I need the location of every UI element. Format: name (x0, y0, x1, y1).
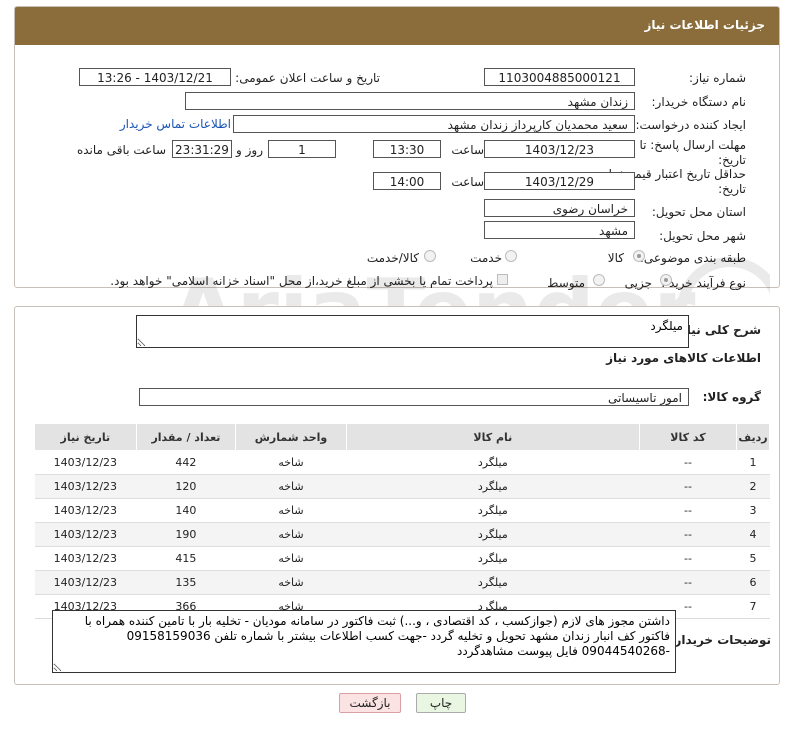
validity-time-field: 14:00 (373, 172, 441, 190)
subject-goods-label: کالا (607, 251, 624, 265)
col-unit-header: واحد شمارش (235, 423, 347, 451)
item-unit: شاخه (235, 546, 347, 571)
item-name: میلگرد (346, 450, 640, 475)
item-code: -- (639, 498, 737, 523)
col-date-header: تاریخ نیاز (34, 423, 137, 451)
table-row: 6 -- میلگرد شاخه 135 1403/12/23 (34, 570, 770, 595)
announce-datetime-label: تاریخ و ساعت اعلان عمومی: (235, 71, 380, 85)
item-unit: شاخه (235, 474, 347, 499)
col-qty-header: تعداد / مقدار (135, 423, 237, 451)
table-row: 4 -- میلگرد شاخه 190 1403/12/23 (34, 522, 770, 547)
item-qty: 442 (136, 450, 236, 475)
item-date: 1403/12/23 (34, 546, 137, 571)
row-number: 5 (736, 546, 770, 571)
item-qty: 140 (136, 498, 236, 523)
item-qty: 415 (136, 546, 236, 571)
item-qty: 120 (136, 474, 236, 499)
purchase-process-label: نوع فرآیند خرید : (661, 276, 746, 290)
item-name: میلگرد (346, 474, 640, 499)
need-number-field: 1103004885000121 (484, 68, 635, 86)
row-number: 4 (736, 522, 770, 547)
day-and-label: روز و (236, 143, 263, 157)
buyer-org-label: نام دستگاه خریدار: (651, 95, 747, 109)
validity-date-field: 1403/12/29 (484, 172, 635, 190)
item-unit: شاخه (235, 522, 347, 547)
item-name: میلگرد (346, 522, 640, 547)
treasury-payment-checkbox[interactable] (497, 274, 508, 285)
requester-field: سعید محمدیان کارپرداز زندان مشهد (233, 115, 635, 133)
item-date: 1403/12/23 (34, 498, 137, 523)
goods-group-field: امور تاسیساتی (139, 388, 689, 406)
item-unit: شاخه (235, 498, 347, 523)
subject-class-label: طبقه بندی موضوعی: (639, 251, 746, 265)
treasury-payment-note: پرداخت تمام یا بخشی از مبلغ خرید،از محل … (110, 274, 493, 288)
delivery-city-field: مشهد (484, 221, 635, 239)
goods-info-heading: اطلاعات کالاهای مورد نیاز (606, 351, 761, 365)
delivery-city-label: شهر محل تحویل: (659, 229, 746, 243)
remaining-time-field: 23:31:29 (172, 140, 232, 158)
table-row: 1 -- میلگرد شاخه 442 1403/12/23 (34, 450, 770, 475)
item-name: میلگرد (346, 498, 640, 523)
item-date: 1403/12/23 (34, 522, 137, 547)
reply-date-field: 1403/12/23 (484, 140, 635, 158)
row-number: 7 (736, 594, 770, 619)
subject-service-radio[interactable] (505, 250, 517, 262)
subject-service-label: خدمت (470, 251, 502, 265)
general-desc-textarea[interactable]: میلگرد (136, 315, 689, 348)
col-name-header: نام کالا (345, 423, 640, 451)
process-minor-radio[interactable] (660, 274, 672, 286)
item-code: -- (639, 474, 737, 499)
process-medium-label: متوسط (547, 276, 585, 290)
item-qty: 135 (136, 570, 236, 595)
subject-goods-service-radio[interactable] (424, 250, 436, 262)
item-code: -- (639, 570, 737, 595)
item-date: 1403/12/23 (34, 570, 137, 595)
col-code-header: کد کالا (638, 423, 738, 451)
buyer-org-field: زندان مشهد (185, 92, 635, 110)
table-header-row: ردیف کد کالا نام کالا واحد شمارش تعداد /… (34, 423, 770, 451)
process-medium-radio[interactable] (593, 274, 605, 286)
goods-table: ردیف کد کالا نام کالا واحد شمارش تعداد /… (34, 423, 770, 619)
item-date: 1403/12/23 (34, 450, 137, 475)
row-number: 3 (736, 498, 770, 523)
subject-goods-radio[interactable] (633, 250, 645, 262)
page-title: جزئیات اطلاعات نیاز (644, 18, 765, 32)
item-unit: شاخه (235, 570, 347, 595)
print-button[interactable]: چاپ (416, 693, 466, 713)
row-number: 2 (736, 474, 770, 499)
delivery-province-field: خراسان رضوی (484, 199, 635, 217)
panel-header: جزئیات اطلاعات نیاز (15, 7, 779, 45)
row-number: 1 (736, 450, 770, 475)
item-date: 1403/12/23 (34, 474, 137, 499)
item-unit: شاخه (235, 450, 347, 475)
reply-time-field: 13:30 (373, 140, 441, 158)
item-code: -- (639, 450, 737, 475)
item-code: -- (639, 522, 737, 547)
item-name: میلگرد (346, 570, 640, 595)
item-code: -- (639, 546, 737, 571)
announce-datetime-field: 1403/12/21 - 13:26 (79, 68, 231, 86)
buyer-notes-label: توضیحات خریدار: (669, 633, 771, 647)
process-minor-label: جزیی (624, 276, 652, 290)
reply-deadline-label: مهلت ارسال پاسخ: تا تاریخ: (639, 138, 746, 167)
item-name: میلگرد (346, 546, 640, 571)
back-button[interactable]: بازگشت (339, 693, 401, 713)
requester-label: ایجاد کننده درخواست: (635, 118, 746, 132)
remaining-hours-label: ساعت باقی مانده (76, 143, 166, 157)
validity-hour-label: ساعت (451, 175, 484, 189)
table-row: 3 -- میلگرد شاخه 140 1403/12/23 (34, 498, 770, 523)
subject-goods-service-label: کالا/خدمت (366, 251, 419, 265)
item-qty: 190 (136, 522, 236, 547)
table-row: 5 -- میلگرد شاخه 415 1403/12/23 (34, 546, 770, 571)
buyer-notes-textarea[interactable]: داشتن مجوز های لازم (جوازکسب ، کد اقتصاد… (52, 610, 676, 673)
buyer-contact-link[interactable]: اطلاعات تماس خریدار (120, 117, 231, 131)
need-number-label: شماره نیاز: (689, 71, 746, 85)
remaining-days-field: 1 (268, 140, 336, 158)
row-number: 6 (736, 570, 770, 595)
goods-group-label: گروه کالا: (702, 390, 761, 404)
reply-hour-label: ساعت (451, 143, 484, 157)
delivery-province-label: استان محل تحویل: (651, 205, 746, 219)
table-row: 2 -- میلگرد شاخه 120 1403/12/23 (34, 474, 770, 499)
col-row-header: ردیف (736, 423, 770, 451)
